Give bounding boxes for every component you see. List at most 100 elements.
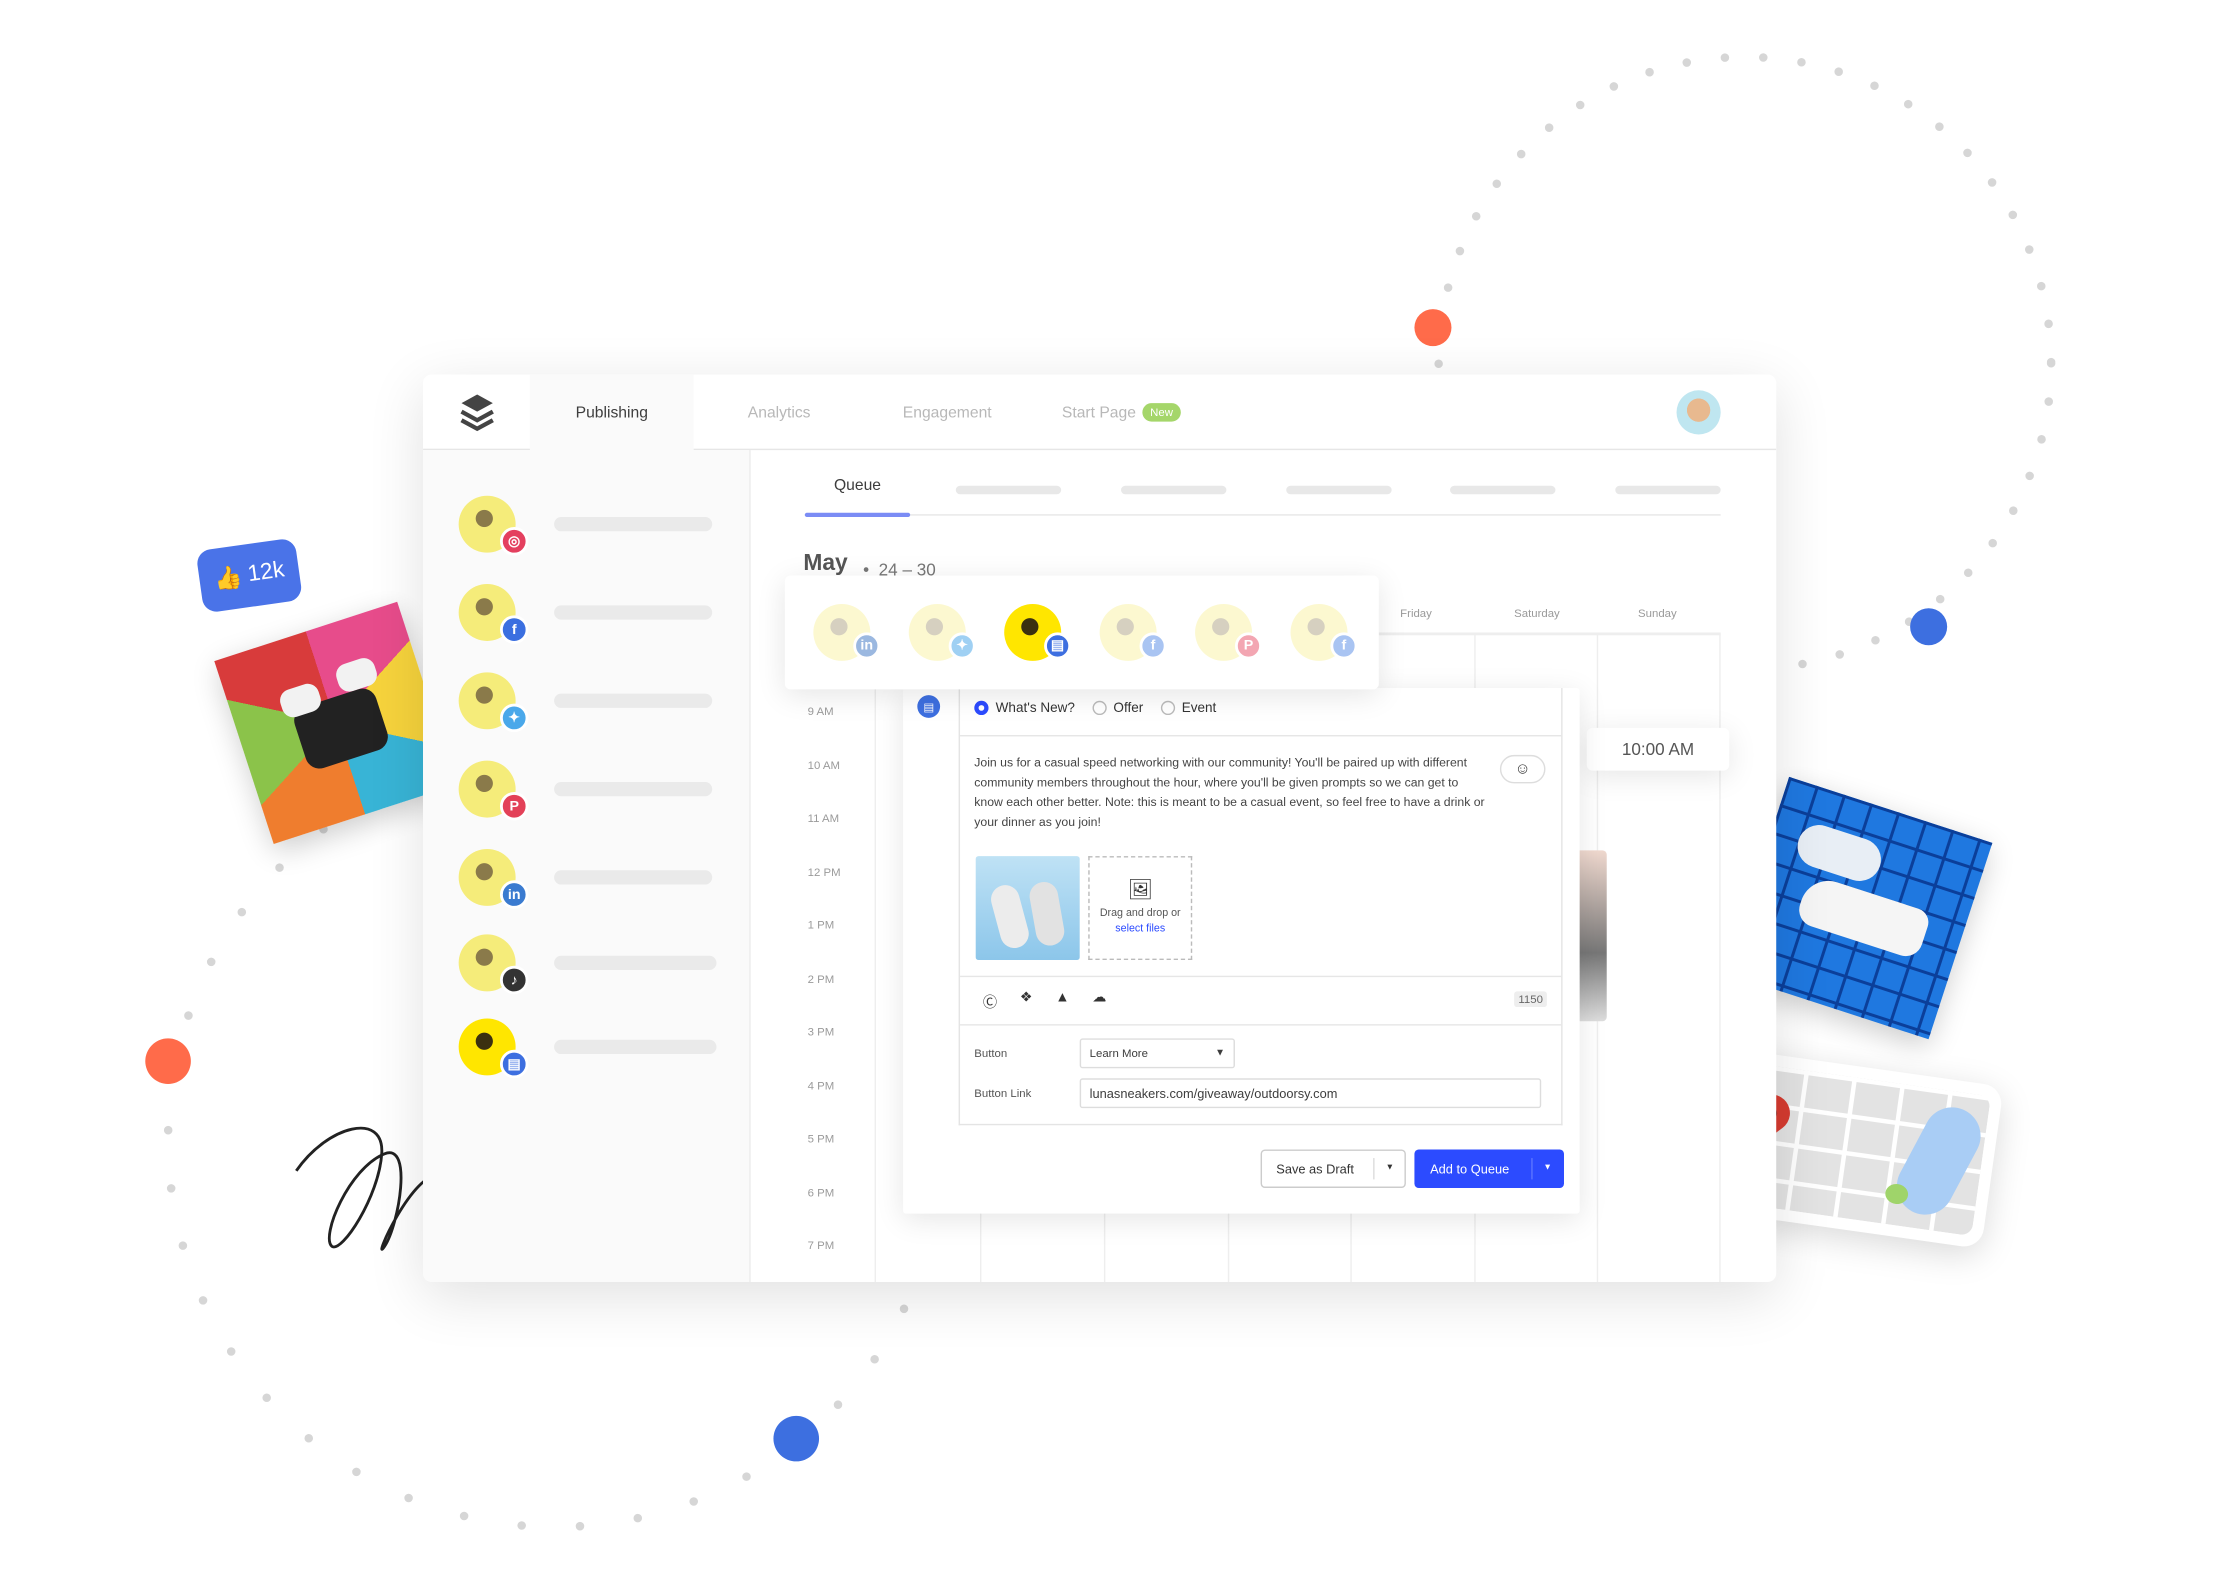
nav-label: Analytics xyxy=(747,403,811,421)
post-type-radio[interactable]: What's New? xyxy=(974,700,1075,717)
caret-down-icon[interactable]: ▼ xyxy=(1531,1158,1562,1180)
time-label: 10 AM xyxy=(807,758,840,772)
profile-picker: in ✦ ▤ f Pf xyxy=(784,575,1379,690)
blue-dot xyxy=(773,1415,820,1462)
channel-name-placeholder xyxy=(554,517,713,532)
composer-editor: What's New? Offer Event Join us for a casu… xyxy=(958,687,1563,1126)
link-value: lunasneakers.com/giveaway/outdoorsy.com xyxy=(1089,1086,1338,1101)
button-type-select[interactable]: Learn More ▼ xyxy=(1079,1038,1235,1069)
tiktok-icon: ♪ xyxy=(499,965,529,995)
nav-publishing[interactable]: Publishing xyxy=(529,374,694,451)
time-label: 5 PM xyxy=(807,1132,835,1146)
sidebar-channel-google-business[interactable]: ▤ xyxy=(458,1018,730,1081)
google-business-icon: ▤ xyxy=(917,695,941,718)
channel-name-placeholder xyxy=(554,693,713,708)
post-type-radio[interactable]: Event xyxy=(1160,700,1217,717)
twitter-icon: ✦ xyxy=(948,632,976,660)
button-label: Button xyxy=(974,1046,1008,1060)
radio-icon xyxy=(1160,701,1175,716)
profile-option-linkedin[interactable]: in xyxy=(813,603,881,667)
tab-placeholder[interactable] xyxy=(955,485,1062,495)
sidebar-channel-facebook[interactable]: f xyxy=(458,584,730,647)
time-label: 12 PM xyxy=(807,865,841,879)
day-friday: Friday xyxy=(1400,606,1432,620)
time-label: 4 PM xyxy=(807,1078,835,1092)
caret-down-icon: ▼ xyxy=(1215,1048,1225,1059)
time-label: 9 AM xyxy=(807,705,834,718)
tooltip-text: 10:00 AM xyxy=(1621,739,1695,760)
top-nav: Publishing Analytics Engagement Start Pa… xyxy=(423,374,1777,451)
day-header-divider xyxy=(1334,632,1721,636)
sidebar-channel-twitter[interactable]: ✦ xyxy=(458,672,730,735)
likes-count: 12k xyxy=(246,557,286,587)
new-badge: New xyxy=(1143,403,1181,422)
char-count: 1150 xyxy=(1514,991,1548,1008)
attached-image[interactable] xyxy=(975,856,1080,961)
facebook-icon: f xyxy=(1139,632,1167,660)
emoji-button[interactable]: ☺ xyxy=(1499,754,1546,784)
nav-engagement[interactable]: Engagement xyxy=(876,375,1018,450)
calendar-month: May xyxy=(803,551,848,576)
facebook-icon: f xyxy=(1330,632,1358,660)
tab-queue[interactable]: Queue xyxy=(805,477,910,494)
radio-label: Offer xyxy=(1113,700,1144,717)
post-type-radio[interactable]: Offer xyxy=(1092,700,1144,717)
button-link-input[interactable]: lunasneakers.com/giveaway/outdoorsy.com xyxy=(1079,1078,1542,1109)
channel-name-placeholder xyxy=(554,955,717,971)
google-business-icon: ▤ xyxy=(499,1049,529,1079)
profile-option-facebook[interactable]: f xyxy=(1290,603,1359,667)
save-draft-button[interactable]: Save as Draft ▼ xyxy=(1260,1149,1406,1188)
canva-icon[interactable]: Ⓒ xyxy=(983,990,997,1012)
calendar-column-line xyxy=(874,633,877,1282)
time-label: 3 PM xyxy=(807,1025,835,1039)
user-avatar[interactable] xyxy=(1676,390,1721,435)
active-tab-underline xyxy=(804,512,911,518)
cloud-icon[interactable]: ☁ xyxy=(1092,990,1106,1011)
tab-placeholder[interactable] xyxy=(1286,485,1392,495)
nav-analytics[interactable]: Analytics xyxy=(715,375,843,450)
button-text: Add to Queue xyxy=(1430,1161,1510,1176)
stack-layers-icon[interactable] xyxy=(423,375,530,450)
profile-option-pinterest[interactable]: P xyxy=(1195,603,1263,667)
profile-option-google-business[interactable]: ▤ xyxy=(1004,603,1072,667)
pinterest-icon: P xyxy=(1234,632,1263,660)
dropbox-icon[interactable]: ❖ xyxy=(1020,990,1033,1011)
sidebar-channel-tiktok[interactable]: ♪ xyxy=(458,934,730,997)
profile-option-twitter[interactable]: ✦ xyxy=(908,603,977,667)
google-drive-icon[interactable]: ▲ xyxy=(1055,990,1069,1011)
tabs-divider xyxy=(804,514,1721,516)
time-label: 6 PM xyxy=(807,1185,835,1199)
media-dropzone[interactable]: 🖼 Drag and drop or select files xyxy=(1088,856,1193,961)
sidebar-channel-pinterest[interactable]: P xyxy=(458,760,730,824)
dropzone-text: Drag and drop or xyxy=(1099,905,1181,919)
tab-label: Queue xyxy=(833,477,882,495)
channel-name-placeholder xyxy=(554,781,713,797)
instagram-icon: ◎ xyxy=(499,527,529,556)
nav-label: Start Page xyxy=(1061,403,1136,421)
facebook-icon: f xyxy=(499,615,529,644)
blue-dot xyxy=(1910,608,1948,646)
post-text-input[interactable]: Join us for a casual speed networking wi… xyxy=(974,752,1487,832)
sidebar-channel-linkedin[interactable]: in xyxy=(458,848,730,912)
marketing-stage: 👍 12k Publishing Analytics Engagement St… xyxy=(0,0,2222,1573)
tab-placeholder[interactable] xyxy=(1121,485,1227,495)
linkedin-icon: in xyxy=(499,880,529,909)
profile-option-facebook[interactable]: f xyxy=(1099,603,1168,667)
select-files-link[interactable]: select files xyxy=(1090,922,1191,935)
tab-placeholder[interactable] xyxy=(1450,485,1556,495)
time-label: 7 PM xyxy=(807,1239,835,1253)
sidebar-channel-instagram[interactable]: ◎ xyxy=(458,495,730,559)
radio-label: Event xyxy=(1181,700,1217,717)
google-business-icon: ▤ xyxy=(1044,632,1072,660)
channel-name-placeholder xyxy=(554,605,713,620)
select-value: Learn More xyxy=(1089,1046,1148,1060)
nav-start-page[interactable]: Start Page New xyxy=(1050,375,1192,450)
channel-name-placeholder xyxy=(554,870,713,885)
time-label: 1 PM xyxy=(807,918,835,932)
button-link-label: Button Link xyxy=(974,1086,1032,1100)
radio-icon xyxy=(1092,701,1107,716)
caret-down-icon[interactable]: ▼ xyxy=(1373,1158,1405,1180)
add-to-queue-button[interactable]: Add to Queue ▼ xyxy=(1414,1149,1564,1188)
radio-label: What's New? xyxy=(995,700,1075,717)
tab-placeholder[interactable] xyxy=(1615,485,1721,495)
